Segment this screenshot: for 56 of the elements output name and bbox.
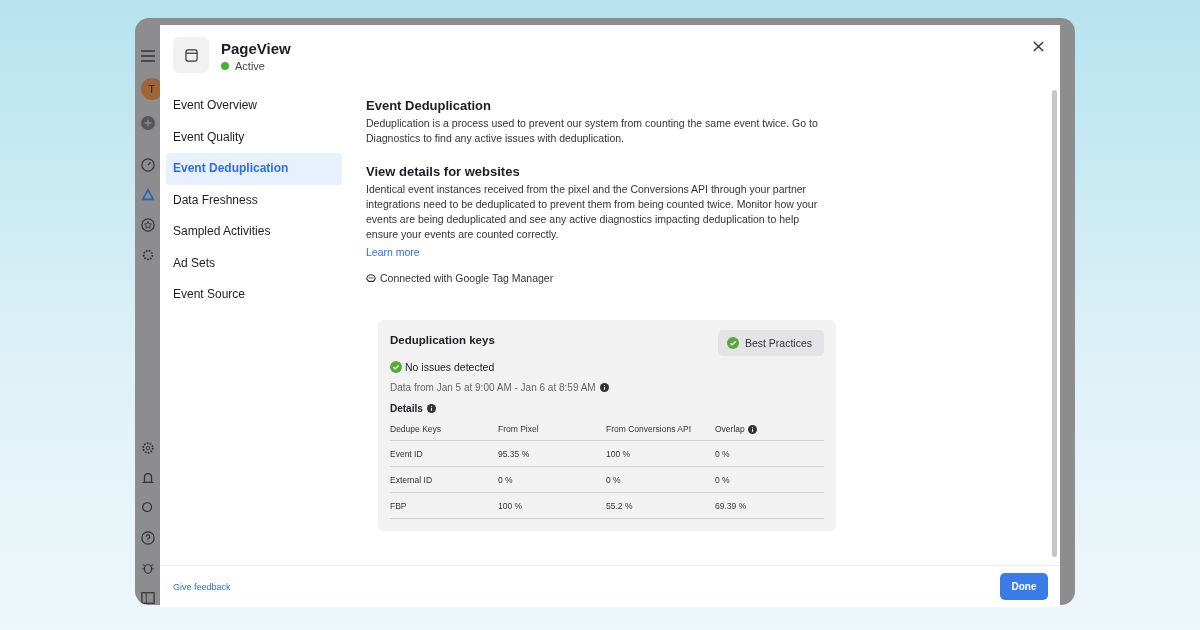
status-text: No issues detected <box>405 361 495 373</box>
table-cell: 0 % <box>606 474 621 485</box>
done-button[interactable]: Done <box>1000 573 1048 600</box>
scrollbar[interactable] <box>1052 90 1057 557</box>
table-cell: 0 % <box>498 474 513 485</box>
gauge-icon[interactable] <box>140 158 155 172</box>
status-label: Active <box>235 60 265 72</box>
column-header: From Pixel <box>498 424 539 434</box>
column-header: From Conversions API <box>606 424 692 434</box>
date-range: Data from Jan 5 at 9:00 AM - Jan 6 at 8:59 AM <box>390 382 596 393</box>
table-cell: 0 % <box>715 448 730 459</box>
section-text: Identical event instances received from the pixel and the Conversions API through your partner integrations need to be deduplicated to prevent them from being counted twice. Monitor how your events are being deduplicated and see any active diagnostics impacting deduplication to help ensure your events are counted correctly. <box>366 182 819 242</box>
section-text: Deduplication is a process used to prevent our system from counting the same event twice. Go to Diagnostics to find any active issues with deduplication. <box>366 116 819 146</box>
table-cell: 69.39 % <box>715 500 747 511</box>
info-icon[interactable] <box>599 383 609 392</box>
best-practices-button[interactable]: Best Practices <box>717 330 824 356</box>
table-cell: FBP <box>390 500 407 511</box>
table-cell: 95.35 % <box>498 448 530 459</box>
table-cell: 100 % <box>606 448 631 459</box>
status-dot <box>221 62 229 70</box>
nav-item[interactable]: Ad Sets <box>166 247 342 279</box>
learn-more-link[interactable]: Learn more <box>366 246 420 258</box>
star-icon[interactable] <box>140 218 155 232</box>
info-icon[interactable] <box>747 424 757 434</box>
feedback-link[interactable]: Give feedback <box>173 581 231 592</box>
table-cell: Event ID <box>390 448 423 459</box>
card-title: Deduplication keys <box>390 333 495 346</box>
help-icon[interactable] <box>140 531 155 545</box>
check-icon <box>390 361 402 373</box>
connection-icon <box>366 273 376 283</box>
window-icon <box>184 48 198 62</box>
menu-icon[interactable] <box>140 50 155 62</box>
nav-item[interactable]: Sampled Activities <box>166 216 342 248</box>
info-icon[interactable] <box>426 404 436 413</box>
column-header: Overlap <box>715 424 745 434</box>
section-heading: View details for websites <box>366 164 521 179</box>
details-label: Details <box>390 403 423 414</box>
table-cell: 100 % <box>498 500 523 511</box>
panel-icon[interactable] <box>140 591 155 605</box>
dialog-title: PageView <box>221 40 291 57</box>
nav-item[interactable]: Event Overview <box>166 90 342 122</box>
nav-item[interactable]: Data Freshness <box>166 184 342 216</box>
close-button[interactable] <box>1031 39 1046 54</box>
table-cell: 55.2 % <box>606 500 633 511</box>
nav-item[interactable]: Event Deduplication <box>166 153 342 185</box>
column-header: Dedupe Keys <box>390 424 442 434</box>
plus-icon[interactable] <box>140 116 155 130</box>
connection-text: Connected with Google Tag Manager <box>380 272 554 284</box>
section-heading: Event Deduplication <box>366 98 492 113</box>
bug-icon[interactable] <box>140 561 155 575</box>
table-cell: External ID <box>390 474 433 485</box>
table-cell: 0 % <box>715 474 730 485</box>
check-icon <box>726 337 739 349</box>
nav-item[interactable]: Event Quality <box>166 121 342 153</box>
bell-icon[interactable] <box>140 471 155 485</box>
nav-item[interactable]: Event Source <box>166 279 342 311</box>
